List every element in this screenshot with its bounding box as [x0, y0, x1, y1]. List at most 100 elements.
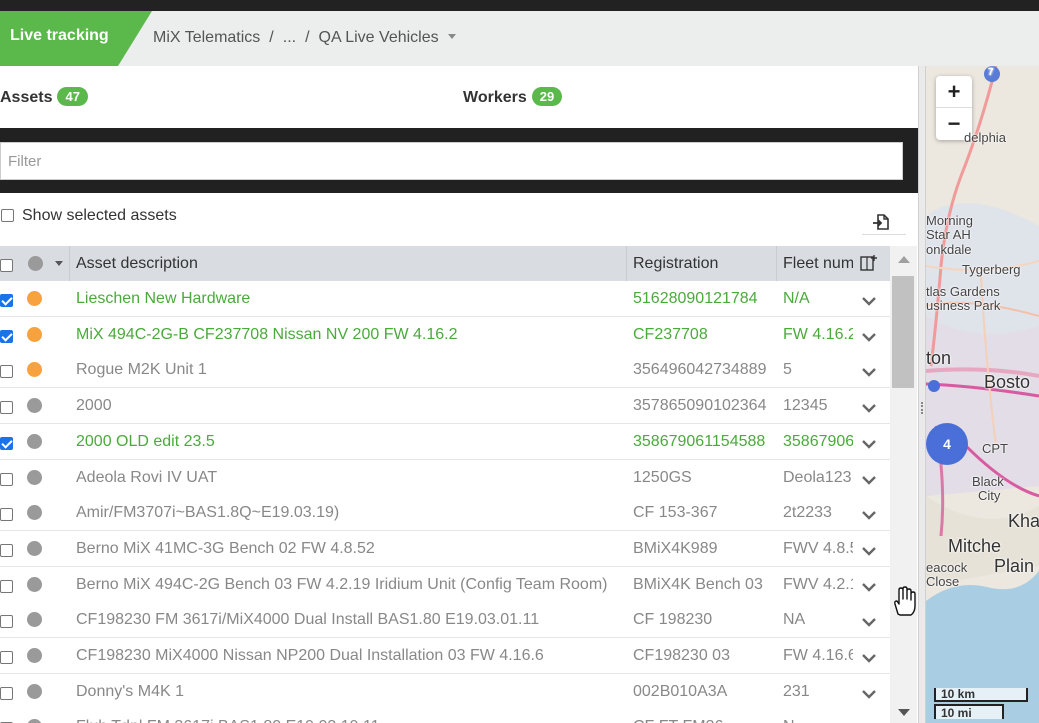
map-label-kha: Kha	[1008, 511, 1039, 531]
asset-description-cell: Amir/FM3707i~BAS1.8Q~E19.03.19)	[76, 504, 340, 521]
live-tracking-tab[interactable]: Live tracking	[0, 11, 152, 66]
status-dot-icon	[27, 470, 42, 485]
asset-description-cell: CF198230 MiX4000 Nissan NP200 Dual Insta…	[76, 647, 544, 664]
expand-chevron-icon[interactable]	[862, 472, 876, 485]
column-header-fleet-number[interactable]: Fleet num	[783, 255, 853, 273]
row-select-checkbox[interactable]	[0, 580, 13, 593]
route-shield-label: 7	[988, 67, 994, 78]
asset-list: Lieschen New Hardware 51628090121784 N/A Mi…	[0, 281, 890, 723]
expand-chevron-icon[interactable]	[862, 579, 876, 592]
map-label-close: Close	[926, 574, 960, 589]
expand-chevron-icon[interactable]	[862, 650, 876, 663]
row-select-checkbox[interactable]	[0, 294, 13, 307]
map-label-tygerberg: Tygerberg	[962, 262, 1021, 277]
zoom-in-button[interactable]: +	[936, 76, 972, 108]
breadcrumb: MiX Telematics /... / QA Live Vehicles	[153, 29, 456, 47]
map-scale: 10 km 10 mi	[934, 688, 1037, 720]
table-row[interactable]: CF198230 MiX4000 Nissan NP200 Dual Insta…	[0, 638, 890, 674]
workers-count-badge: 29	[531, 87, 563, 106]
breadcrumb-item-ellipsis[interactable]: ...	[283, 29, 296, 46]
tab-assets[interactable]: Assets 47	[0, 87, 88, 107]
select-all-checkbox[interactable]	[0, 259, 13, 272]
expand-chevron-icon[interactable]	[862, 436, 876, 449]
map-label-black: Black	[972, 474, 1004, 489]
breadcrumb-item-qa-live-vehicles[interactable]: QA Live Vehicles	[319, 29, 439, 46]
row-select-checkbox[interactable]	[0, 473, 13, 486]
breadcrumb-item-mix-telematics[interactable]: MiX Telematics	[153, 29, 260, 46]
row-select-checkbox[interactable]	[0, 365, 13, 378]
expand-chevron-icon[interactable]	[862, 364, 876, 377]
map-label-star-ah: Star AH	[926, 227, 971, 242]
tab-workers[interactable]: Workers 29	[463, 87, 563, 107]
status-dot-icon	[27, 327, 42, 342]
table-row[interactable]: Berno MiX 41MC-3G Bench 02 FW 4.8.52 BMiX…	[0, 531, 890, 567]
map-canvas	[926, 66, 1039, 723]
asset-description-cell: Fluh Tdpl FM 3617i BAS1.80 E19.03.19.11	[76, 718, 628, 723]
panel-splitter[interactable]	[918, 66, 926, 723]
table-row[interactable]: Amir/FM3707i~BAS1.8Q~E19.03.19) CF 153-36…	[0, 495, 890, 531]
table-row[interactable]: Lieschen New Hardware 51628090121784 N/A	[0, 281, 890, 317]
filter-input[interactable]	[0, 142, 903, 180]
scroll-down-arrow[interactable]	[898, 709, 910, 716]
column-picker-icon[interactable]	[860, 254, 878, 272]
row-select-checkbox[interactable]	[0, 544, 13, 557]
status-sort-icon[interactable]	[55, 261, 63, 266]
scrollbar-thumb[interactable]	[892, 276, 914, 388]
vehicle-cluster-marker[interactable]: 4	[926, 423, 968, 465]
show-selected-label: Show selected assets	[22, 207, 177, 224]
map-label-onkdale: onkdale	[926, 242, 972, 257]
registration-cell: CF 198230	[633, 611, 713, 628]
registration-cell: 1250GS	[633, 469, 692, 486]
fleet-number-cell: FW 4.16.2	[783, 326, 853, 343]
row-select-checkbox[interactable]	[0, 401, 13, 414]
table-row[interactable]: Fluh Tdpl FM 3617i BAS1.80 E19.03.19.11 C…	[0, 709, 890, 723]
chevron-down-icon[interactable]	[447, 34, 456, 39]
fleet-number-cell: NA	[783, 611, 806, 628]
table-row[interactable]: Adeola Rovi IV UAT 1250GS Deola123	[0, 460, 890, 496]
column-divider	[69, 246, 70, 281]
assets-count-badge: 47	[57, 87, 88, 106]
column-divider[interactable]	[626, 246, 627, 281]
row-select-checkbox[interactable]	[0, 508, 13, 521]
row-select-checkbox[interactable]	[0, 615, 13, 628]
expand-chevron-icon[interactable]	[862, 686, 876, 699]
registration-cell: BMiX4K989	[633, 540, 718, 557]
expand-chevron-icon[interactable]	[862, 329, 876, 342]
map-label-boston: Bosto	[984, 372, 1031, 392]
show-selected-checkbox[interactable]	[1, 209, 14, 222]
column-header-registration[interactable]: Registration	[633, 255, 775, 273]
row-select-checkbox[interactable]	[0, 651, 13, 664]
status-dot-icon	[27, 719, 42, 723]
column-divider[interactable]	[776, 246, 777, 281]
table-row[interactable]: Rogue M2K Unit 1 356496042734889 5	[0, 352, 890, 388]
row-select-checkbox[interactable]	[0, 437, 13, 450]
status-dot-icon	[27, 505, 42, 520]
expand-chevron-icon[interactable]	[862, 400, 876, 413]
table-row[interactable]: 2000 357865090102364 12345	[0, 388, 890, 424]
map-view[interactable]: + − 7 delphia Morning Star AH onkdale Ty…	[926, 66, 1039, 723]
map-label-atlas-gardens: tlas Gardens	[926, 284, 1000, 299]
asset-description-cell: Rogue M2K Unit 1	[76, 361, 207, 378]
table-scrollbar[interactable]	[890, 246, 917, 723]
expand-chevron-icon[interactable]	[862, 543, 876, 556]
fleet-number-cell: 35867906	[783, 433, 853, 450]
table-row[interactable]: Berno MiX 494C-2G Bench 03 FW 4.2.19 Iri…	[0, 567, 890, 603]
row-select-checkbox[interactable]	[0, 330, 13, 343]
fleet-number-cell: 2t2233	[783, 504, 832, 521]
scroll-up-arrow[interactable]	[898, 256, 910, 263]
table-row[interactable]: 2000 OLD edit 23.5 358679061154588 3586790…	[0, 424, 890, 460]
column-header-asset-description[interactable]: Asset description	[76, 255, 621, 273]
asset-description-cell: Lieschen New Hardware	[76, 290, 251, 307]
export-button[interactable]	[862, 203, 906, 235]
expand-chevron-icon[interactable]	[862, 614, 876, 627]
row-select-checkbox[interactable]	[0, 687, 13, 700]
table-row[interactable]: Donny's M4K 1 002B010A3A 231	[0, 674, 890, 710]
table-row[interactable]: MiX 494C-2G-B CF237708 Nissan NV 200 FW …	[0, 317, 890, 353]
expand-chevron-icon[interactable]	[862, 507, 876, 520]
expand-chevron-icon[interactable]	[862, 293, 876, 306]
table-row[interactable]: CF198230 FM 3617i/MiX4000 Dual Install B…	[0, 602, 890, 638]
map-label-mitchells: Mitche	[948, 536, 1002, 556]
asset-description-cell: Berno MiX 494C-2G Bench 03 FW 4.2.19 Iri…	[76, 576, 608, 593]
tab-workers-label: Workers	[463, 89, 527, 106]
fleet-number-cell: 5	[783, 361, 792, 378]
